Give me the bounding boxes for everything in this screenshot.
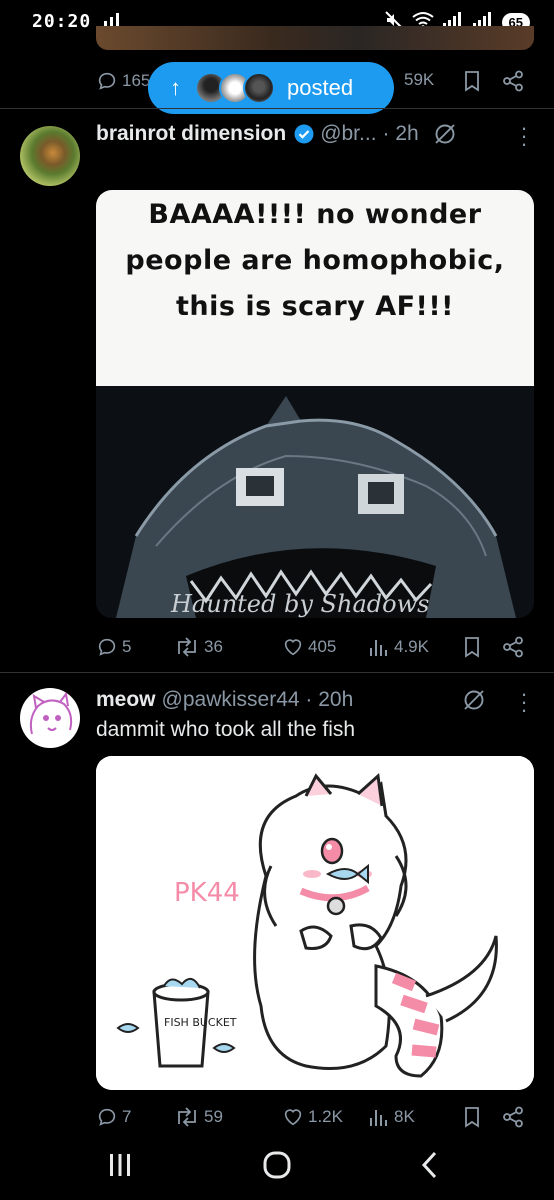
repost-button[interactable]: 36 — [174, 636, 223, 658]
share-button[interactable] — [502, 70, 524, 92]
avatar[interactable] — [20, 688, 80, 748]
views-button[interactable]: 59K — [404, 70, 434, 90]
handle[interactable]: @br... — [320, 122, 376, 146]
verified-badge-icon — [294, 124, 314, 144]
repost-button[interactable]: 59 — [174, 1106, 223, 1128]
repost-count: 36 — [204, 637, 223, 656]
more-options-icon[interactable]: · · · — [514, 683, 534, 721]
grok-icon[interactable] — [462, 688, 486, 717]
display-name[interactable]: meow — [96, 688, 156, 712]
repost-icon — [178, 1107, 196, 1127]
reply-count: 7 — [122, 1107, 132, 1126]
share-icon — [503, 1106, 523, 1128]
reply-button[interactable]: 165 — [96, 70, 150, 92]
pill-avatar — [243, 72, 275, 104]
cat-drawing-image: PK44 FISH BUCKET — [96, 756, 534, 1090]
bookmark-icon — [465, 71, 479, 92]
reply-button[interactable]: 5 — [96, 636, 131, 658]
views-icon — [370, 1110, 387, 1126]
avatar[interactable] — [20, 126, 80, 186]
reply-button[interactable]: 7 — [96, 1106, 131, 1128]
views-button[interactable]: 8K — [368, 1106, 415, 1128]
tweet-media-image[interactable]: BAAAA!!!! no wonder people are homophobi… — [96, 190, 534, 618]
tweet-actions: 7 59 1.2K 8K — [96, 1102, 536, 1132]
bookmark-button[interactable] — [462, 70, 482, 92]
like-button[interactable]: 1.2K — [282, 1106, 343, 1128]
like-button[interactable]: 405 — [282, 636, 336, 658]
bookmark-button[interactable] — [462, 636, 482, 658]
recent-apps-icon — [110, 1154, 130, 1176]
back-button[interactable] — [420, 1150, 440, 1185]
heart-icon — [284, 639, 302, 656]
pill-label: posted — [287, 75, 354, 100]
status-time: 20:20 — [32, 11, 92, 32]
arrow-up-icon: ↑ — [170, 75, 181, 100]
like-count: 405 — [308, 637, 337, 656]
reply-icon — [98, 638, 116, 656]
timestamp[interactable]: · 2h — [383, 122, 419, 146]
reply-count: 5 — [122, 637, 132, 656]
divider — [0, 108, 554, 109]
bookmark-icon — [465, 1107, 479, 1128]
views-count: 59K — [404, 70, 435, 89]
share-icon — [503, 70, 523, 92]
views-count: 8K — [394, 1107, 415, 1126]
avatar-drawing — [29, 691, 73, 735]
recent-apps-button[interactable] — [108, 1152, 132, 1183]
tweet-actions: 5 36 405 4.9K — [96, 632, 536, 662]
repost-count: 59 — [204, 1107, 223, 1126]
artist-signature: PK44 — [174, 878, 240, 908]
reply-icon — [98, 72, 116, 90]
more-options-icon[interactable]: · · · — [514, 117, 534, 155]
reply-icon — [98, 1108, 116, 1126]
share-button[interactable] — [502, 636, 524, 658]
tweet-header: brainrot dimension @br... · 2h — [96, 120, 457, 148]
tweet-header: meow @pawkisser44 · 20h — [96, 686, 353, 714]
home-button[interactable] — [262, 1150, 292, 1185]
image-watermark: Haunted by Shadows — [170, 590, 429, 618]
meme-caption: BAAAA!!!! no wonder people are homophobi… — [96, 190, 534, 386]
share-button[interactable] — [502, 1106, 524, 1128]
grok-icon[interactable] — [433, 122, 457, 146]
new-posts-pill[interactable]: ↑ posted — [148, 62, 394, 114]
heart-icon — [284, 1109, 302, 1126]
haunted-house-image: Haunted by Shadows — [96, 386, 534, 618]
previous-tweet-media[interactable] — [96, 26, 534, 50]
like-count: 1.2K — [308, 1107, 343, 1126]
bookmark-button[interactable] — [462, 1106, 482, 1128]
bookmark-icon — [465, 637, 479, 658]
views-icon — [370, 640, 387, 656]
tweet-media-image[interactable]: PK44 FISH BUCKET — [96, 756, 534, 1090]
back-icon — [421, 1151, 437, 1179]
tweet-text: dammit who took all the fish — [96, 718, 356, 741]
views-count: 4.9K — [394, 637, 429, 656]
bucket-label: FISH BUCKET — [164, 1016, 237, 1029]
display-name[interactable]: brainrot dimension — [96, 122, 286, 146]
views-button[interactable]: 4.9K — [368, 636, 429, 658]
reply-count: 165 — [122, 71, 151, 90]
repost-icon — [178, 637, 196, 657]
system-navigation-bar — [0, 1136, 554, 1200]
home-icon — [263, 1151, 291, 1179]
pill-avatars — [195, 72, 275, 104]
handle[interactable]: @pawkisser44 · 20h — [162, 688, 354, 712]
divider — [0, 672, 554, 673]
share-icon — [503, 636, 523, 658]
